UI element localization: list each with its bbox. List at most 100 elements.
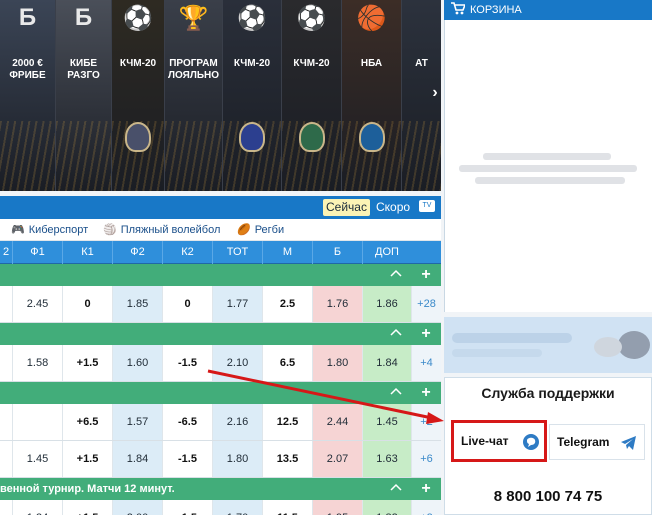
collapse-chevron-icon[interactable] bbox=[389, 384, 403, 398]
odds-cell[interactable]: 1.85 bbox=[112, 286, 162, 322]
odds-cell[interactable]: 12.5 bbox=[262, 404, 312, 440]
odds-cell[interactable]: 1.77 bbox=[212, 286, 262, 322]
column-header: Ф2 bbox=[112, 241, 162, 264]
sport-tab-rugby[interactable]: 🏉 Регби bbox=[237, 222, 284, 238]
banner-title: КЧМ-20 bbox=[233, 58, 271, 69]
odds-cell[interactable]: 11.5 bbox=[262, 500, 312, 515]
odds-cell[interactable]: +1.5 bbox=[62, 345, 112, 381]
row-stub bbox=[0, 286, 12, 322]
promo-banner-tile[interactable]: 🏀 НБА bbox=[342, 0, 402, 191]
collapse-chevron-icon[interactable] bbox=[389, 480, 403, 494]
odds-cell[interactable]: +1.5 bbox=[62, 500, 112, 515]
odds-cell[interactable]: 1.57 bbox=[112, 404, 162, 440]
odds-cell[interactable]: 1.84 bbox=[362, 345, 411, 381]
league-section-header[interactable]: + bbox=[0, 264, 441, 286]
expand-plus-icon[interactable]: + bbox=[419, 382, 433, 404]
odds-cell[interactable]: -1.5 bbox=[162, 441, 212, 477]
chat-bubble-icon bbox=[521, 432, 541, 452]
odds-cell[interactable]: 1.58 bbox=[12, 345, 62, 381]
odds-cell[interactable]: 2.00 bbox=[112, 500, 162, 515]
odds-column-headers: 2 Ф1 К1 Ф2 К2 ТОТ М Б ДОП bbox=[0, 241, 441, 264]
sport-tab-esports[interactable]: 🎮 Киберспорт bbox=[11, 222, 88, 238]
odds-cell[interactable]: 2.5 bbox=[262, 286, 312, 322]
cart-header[interactable]: КОРЗИНА bbox=[444, 0, 652, 20]
odds-cell[interactable]: 1.70 bbox=[212, 500, 262, 515]
odds-cell[interactable]: 13.5 bbox=[262, 441, 312, 477]
odds-cell[interactable]: 1.84 bbox=[112, 441, 162, 477]
odds-cell[interactable]: 2.45 bbox=[12, 286, 62, 322]
match-row: 1.34+1.52.00-1.51.7011.51.951.82+2 bbox=[0, 500, 441, 515]
odds-cell[interactable]: 1.60 bbox=[112, 345, 162, 381]
more-markets-link[interactable]: +28 bbox=[411, 286, 441, 322]
odds-cell[interactable] bbox=[12, 404, 62, 440]
promo-banner-tile[interactable]: 🏆 ПРОГРАМ ЛОЯЛЬНО bbox=[165, 0, 223, 191]
blurred-text bbox=[459, 165, 637, 172]
odds-cell[interactable]: 1.76 bbox=[312, 286, 362, 322]
cart-title: КОРЗИНА bbox=[470, 4, 522, 16]
team-emblem-icon bbox=[239, 122, 265, 152]
support-phone[interactable]: 8 800 100 74 75 bbox=[445, 488, 651, 505]
column-header: ДОП bbox=[362, 241, 411, 264]
cart-icon bbox=[451, 2, 467, 19]
odds-cell[interactable]: 2.07 bbox=[312, 441, 362, 477]
league-section-header[interactable]: + bbox=[0, 323, 441, 345]
soon-filter-button[interactable]: Скоро bbox=[376, 199, 410, 216]
odds-cell[interactable]: 2.10 bbox=[212, 345, 262, 381]
tv-icon[interactable]: TV bbox=[419, 200, 435, 212]
collapse-chevron-icon[interactable] bbox=[389, 266, 403, 280]
odds-cell[interactable]: -1.5 bbox=[162, 345, 212, 381]
promo-banner-tile[interactable]: ⚽ КЧМ-20 bbox=[223, 0, 282, 191]
telegram-button[interactable]: Telegram bbox=[549, 424, 645, 460]
promo-banner-tile[interactable]: Б КИБЕ РАЗГО bbox=[56, 0, 112, 191]
odds-cell[interactable]: 1.80 bbox=[212, 441, 262, 477]
odds-cell[interactable]: +1.5 bbox=[62, 441, 112, 477]
more-markets-link[interactable]: +6 bbox=[411, 441, 441, 477]
banner-logo-icon: ⚽ bbox=[237, 5, 267, 32]
banner-next-arrow[interactable]: › bbox=[428, 82, 442, 104]
promo-banner-tile[interactable]: ⚽ КЧМ-20 bbox=[112, 0, 165, 191]
odds-cell[interactable]: 0 bbox=[62, 286, 112, 322]
odds-cell[interactable]: 0 bbox=[162, 286, 212, 322]
expand-plus-icon[interactable]: + bbox=[419, 323, 433, 345]
more-markets-link[interactable]: +4 bbox=[411, 345, 441, 381]
odds-cell[interactable]: 1.86 bbox=[362, 286, 411, 322]
odds-cell[interactable]: 1.82 bbox=[362, 500, 411, 515]
sport-tab-beach-volleyball[interactable]: 🏐 Пляжный волейбол bbox=[103, 222, 220, 238]
expand-plus-icon[interactable]: + bbox=[419, 264, 433, 286]
promo-banner-tile[interactable]: Б 2000 € ФРИБЕ bbox=[0, 0, 56, 191]
promo-banner-strip: Б 2000 € ФРИБЕ Б КИБЕ РАЗГО ⚽ КЧМ-20 🏆 ПРОГРАМ … bbox=[0, 0, 441, 191]
promo-banner-tile[interactable]: ⚽ КЧМ-20 bbox=[282, 0, 342, 191]
banner-stripes bbox=[402, 121, 441, 191]
odds-cell[interactable]: -1.5 bbox=[162, 500, 212, 515]
league-title: венной турнир. Матчи 12 минут. bbox=[0, 483, 175, 495]
promo-banner[interactable] bbox=[444, 317, 652, 373]
odds-cell[interactable]: 1.45 bbox=[12, 441, 62, 477]
odds-cell[interactable]: 1.80 bbox=[312, 345, 362, 381]
more-markets-link[interactable]: +2 bbox=[411, 500, 441, 515]
column-header: 2 bbox=[2, 246, 10, 258]
odds-cell[interactable]: 1.45 bbox=[362, 404, 411, 440]
more-markets-link[interactable]: +2 bbox=[411, 404, 441, 440]
odds-cell[interactable]: 1.63 bbox=[362, 441, 411, 477]
odds-cell[interactable]: 2.44 bbox=[312, 404, 362, 440]
sport-tab-label: Регби bbox=[254, 224, 285, 236]
banner-logo-icon: Б bbox=[18, 4, 37, 31]
team-emblem-icon bbox=[358, 122, 385, 152]
live-chat-button[interactable]: Live-чат bbox=[451, 420, 547, 462]
odds-cell[interactable]: -6.5 bbox=[162, 404, 212, 440]
league-section-header[interactable]: венной турнир. Матчи 12 минут. + bbox=[0, 478, 441, 500]
banner-logo-icon: 🏀 bbox=[356, 5, 387, 32]
odds-cell[interactable]: 6.5 bbox=[262, 345, 312, 381]
support-title: Служба поддержки bbox=[481, 385, 615, 401]
banner-stripes bbox=[56, 121, 111, 191]
expand-plus-icon[interactable]: + bbox=[419, 478, 433, 500]
odds-cell[interactable]: +6.5 bbox=[62, 404, 112, 440]
league-section-header[interactable]: + bbox=[0, 382, 441, 404]
odds-cell[interactable]: 2.16 bbox=[212, 404, 262, 440]
collapse-chevron-icon[interactable] bbox=[389, 325, 403, 339]
odds-cell[interactable]: 1.95 bbox=[312, 500, 362, 515]
banner-title: 2000 € ФРИБЕ bbox=[9, 58, 46, 81]
now-filter-button[interactable]: Сейчас bbox=[323, 199, 370, 216]
column-header: ТОТ bbox=[212, 241, 262, 264]
odds-cell[interactable]: 1.34 bbox=[12, 500, 62, 515]
